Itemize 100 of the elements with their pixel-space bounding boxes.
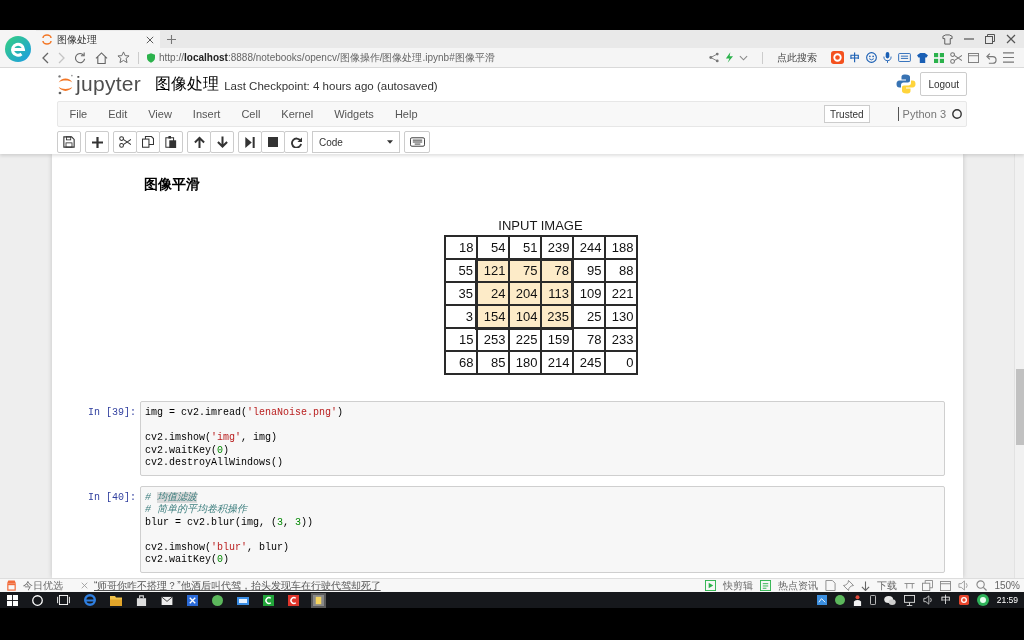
- menu-item[interactable]: Cell: [230, 103, 271, 125]
- back-icon[interactable]: [42, 51, 49, 64]
- copy-button[interactable]: [136, 131, 160, 153]
- code-input[interactable]: # 均值滤波 # 简单的平均卷积操作 blur = cv2.blur(img, (3, 3)) cv2.imshow('blur', blur) cv2.waitKey(0): [140, 485, 945, 573]
- figure-title: INPUT IMAGE: [498, 218, 583, 234]
- refresh-icon[interactable]: [74, 51, 86, 64]
- folder-icon[interactable]: [110, 594, 122, 606]
- browser-logo-icon[interactable]: [5, 35, 31, 62]
- figure-icon[interactable]: [852, 594, 862, 606]
- address-field[interactable]: http://localhost:8888/notebooks/opencv/图像操作/图像处理.ipynb#图像平滑: [147, 49, 709, 66]
- logout-button[interactable]: Logout: [920, 72, 967, 96]
- speaker-icon[interactable]: [922, 595, 933, 605]
- menu-icon[interactable]: [1003, 52, 1014, 63]
- cut-button[interactable]: [113, 131, 137, 153]
- logo-icon[interactable]: [57, 73, 74, 95]
- shirt-icon[interactable]: [917, 52, 928, 63]
- insert-cell-button[interactable]: [85, 131, 109, 153]
- app-tile-icon[interactable]: [816, 595, 827, 605]
- notebook-title[interactable]: 图像处理: [155, 73, 220, 95]
- phone-icon[interactable]: [869, 595, 876, 605]
- news-link[interactable]: 热点资讯: [778, 579, 819, 592]
- grid-cell: 180: [508, 351, 541, 374]
- input-method-logo-icon[interactable]: [831, 51, 844, 64]
- app-tile-icon[interactable]: [288, 594, 299, 606]
- grid-cell: 159: [540, 328, 573, 351]
- grid-cell: 188: [604, 236, 637, 259]
- close-icon[interactable]: [1006, 34, 1016, 44]
- plus-icon[interactable]: [167, 35, 176, 44]
- stop-button[interactable]: [261, 131, 285, 153]
- ime-mode-label[interactable]: 中: [940, 594, 951, 606]
- kernel-name[interactable]: Python 3: [897, 107, 946, 121]
- scrollbar[interactable]: [1014, 154, 1024, 578]
- envelope-icon[interactable]: [161, 595, 173, 605]
- monitor-icon[interactable]: [237, 595, 249, 605]
- code-input[interactable]: img = cv2.imread('lenaNoise.png') cv2.imshow('img', img) cv2.waitKey(0) cv2.destroyAllWindows(): [140, 401, 945, 476]
- restart-button[interactable]: [284, 131, 308, 153]
- task-view-icon[interactable]: [57, 595, 70, 605]
- menu-item[interactable]: Help: [384, 103, 428, 125]
- zoom-level[interactable]: 150%: [994, 579, 1020, 592]
- news-headline-link[interactable]: “师哥你咋不搭理？”他酒后叫代驾，抬头发现车在行驶代驾却死了: [94, 579, 381, 592]
- menu-item[interactable]: View: [137, 103, 183, 125]
- menu-item[interactable]: Widgets: [323, 103, 385, 125]
- search-link[interactable]: 点此搜索: [777, 50, 817, 65]
- play-square-icon[interactable]: [705, 580, 717, 591]
- chat-bubble-icon[interactable]: [883, 595, 896, 605]
- browser-tab[interactable]: 图像处理: [36, 31, 160, 48]
- bracket-icon[interactable]: [904, 582, 916, 589]
- close-icon[interactable]: [146, 35, 154, 44]
- app-tile-icon[interactable]: [313, 594, 324, 606]
- ball-icon[interactable]: [834, 595, 845, 605]
- trusted-button[interactable]: Trusted: [824, 105, 870, 123]
- cell-type-dropdown[interactable]: Code: [312, 131, 400, 153]
- menu-item[interactable]: File: [59, 103, 98, 125]
- lightning-icon[interactable]: [725, 52, 733, 63]
- menu-item[interactable]: Edit: [97, 103, 138, 125]
- share-icon[interactable]: [709, 52, 719, 63]
- video-tool-link[interactable]: 快剪辑: [723, 579, 754, 592]
- restore-icon[interactable]: [985, 34, 995, 44]
- menu-item[interactable]: Kernel: [270, 103, 324, 125]
- paste-button[interactable]: [159, 131, 183, 153]
- scrollbar-thumb[interactable]: [1015, 369, 1024, 445]
- save-button[interactable]: [57, 131, 81, 153]
- channel-link[interactable]: 今日优选: [23, 579, 63, 592]
- badge-icon[interactable]: [976, 594, 989, 606]
- app-tile-icon[interactable]: [263, 594, 274, 606]
- logo-text[interactable]: jupyter: [76, 72, 142, 96]
- input-method-logo-icon[interactable]: [958, 595, 969, 605]
- shirt-icon[interactable]: [942, 33, 953, 45]
- grid-cell: 85: [476, 351, 509, 374]
- search-icon[interactable]: [32, 594, 43, 606]
- undo-icon[interactable]: [985, 51, 997, 64]
- news-icon[interactable]: [760, 580, 772, 591]
- menu-item[interactable]: Insert: [182, 103, 231, 125]
- logo-icon: [896, 74, 917, 94]
- grid-cell: 15: [444, 328, 477, 351]
- chevron-down-icon[interactable]: [739, 54, 748, 61]
- star-icon[interactable]: [117, 51, 130, 64]
- network-icon[interactable]: [903, 594, 915, 606]
- window-icon[interactable]: [968, 52, 979, 63]
- window-icon[interactable]: [940, 580, 952, 591]
- ime-mode-label[interactable]: 中: [850, 50, 860, 65]
- browser-icon[interactable]: [84, 594, 96, 606]
- run-button[interactable]: [238, 131, 262, 153]
- smiley-icon[interactable]: [866, 52, 877, 63]
- store-icon[interactable]: [6, 580, 17, 591]
- download-icon[interactable]: [861, 580, 871, 591]
- microphone-icon[interactable]: [883, 52, 892, 63]
- grid-icon[interactable]: [934, 52, 944, 63]
- scissors-icon[interactable]: [950, 51, 962, 64]
- move-up-button[interactable]: [187, 131, 211, 153]
- shopping-bag-icon[interactable]: [136, 594, 147, 606]
- keyboard-icon[interactable]: [898, 53, 911, 62]
- download-link[interactable]: 下载: [877, 579, 898, 592]
- clock[interactable]: 21:59: [996, 595, 1018, 605]
- ball-icon[interactable]: [212, 594, 223, 606]
- move-down-button[interactable]: [210, 131, 234, 153]
- keyboard-button[interactable]: [404, 131, 430, 153]
- app-tile-icon[interactable]: [187, 594, 198, 606]
- windows-logo-icon[interactable]: [7, 594, 18, 606]
- home-icon[interactable]: [95, 51, 108, 64]
